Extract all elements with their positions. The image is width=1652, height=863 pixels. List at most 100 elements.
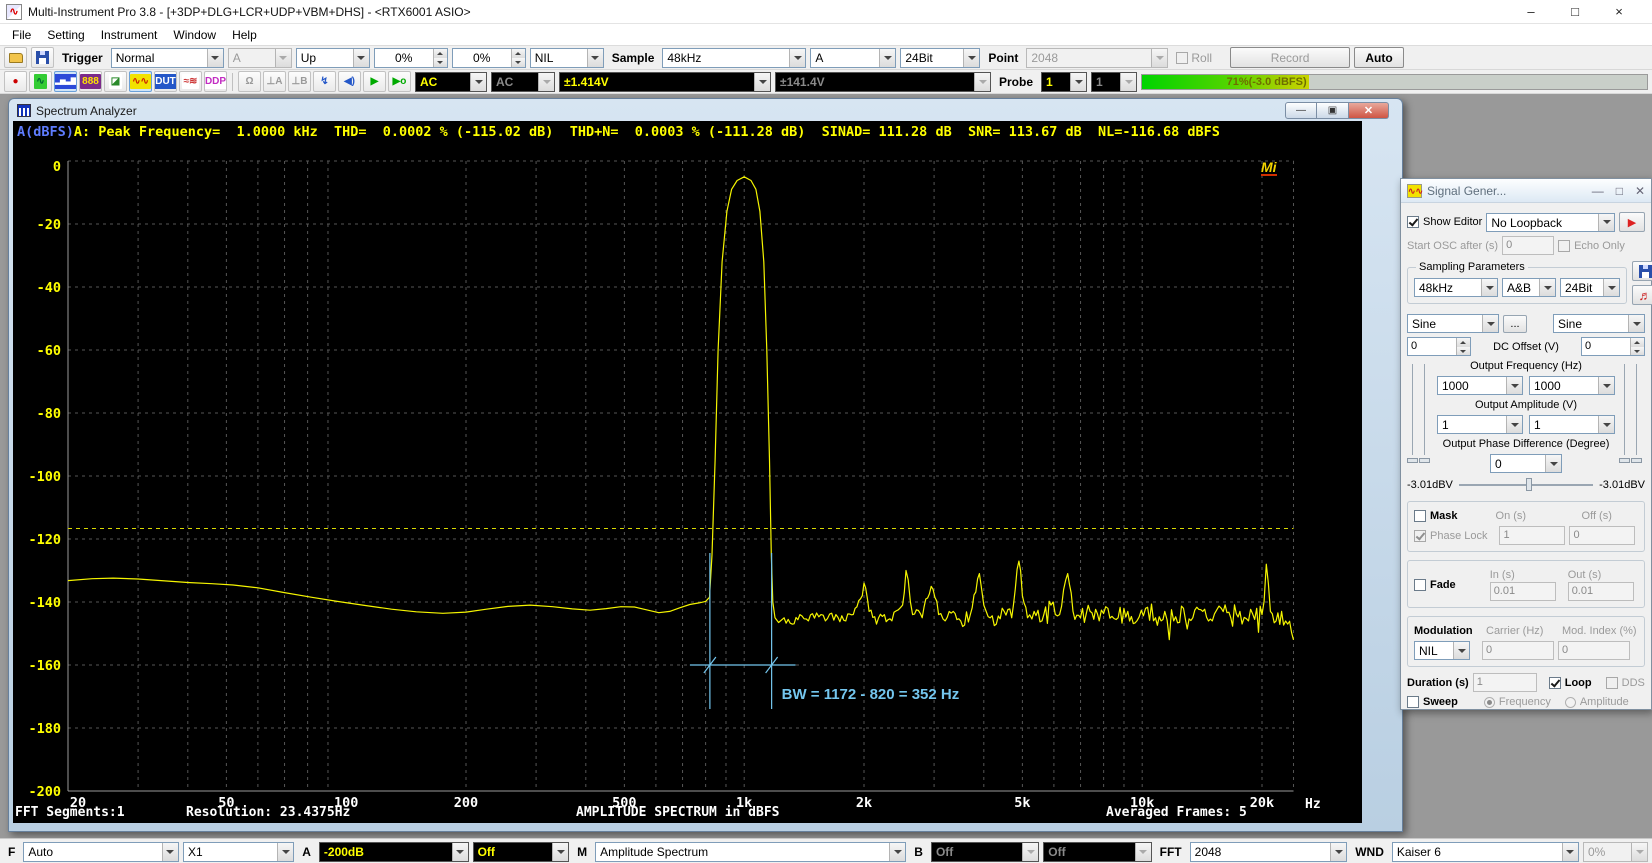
menu-item-window[interactable]: Window: [165, 26, 224, 44]
maximize-button[interactable]: □: [1566, 4, 1584, 19]
loopback-combo[interactable]: No Loopback: [1486, 213, 1615, 232]
run-button[interactable]: ▶: [363, 71, 386, 92]
phase-lock-label: Phase Lock: [1430, 530, 1487, 542]
spin-up-icon[interactable]: [434, 49, 447, 58]
waveform-editor-button[interactable]: ...: [1503, 315, 1527, 333]
run-single-button[interactable]: ▶o: [388, 71, 411, 92]
spectrum-chart[interactable]: 0-20-40-60-80-100-120-140-160-180-200205…: [13, 121, 1362, 825]
save-file-button[interactable]: [31, 47, 54, 68]
spin-down-icon[interactable]: [1631, 347, 1644, 356]
panel-close-button[interactable]: ✕: [1635, 184, 1645, 198]
spin-up-icon[interactable]: [512, 49, 525, 58]
a-reference-combo[interactable]: Off: [473, 842, 570, 862]
signal-generator-titlebar[interactable]: ∿∿ Signal Gener... — □ ✕: [1401, 179, 1651, 203]
spin-down-icon[interactable]: [1457, 347, 1470, 356]
dc-offset-b-spin[interactable]: 0: [1581, 337, 1645, 356]
probe-a-combo[interactable]: 1: [1041, 72, 1087, 92]
signal-generator-panel[interactable]: ∿∿ Signal Gener... — □ ✕ Show Editor No …: [1400, 178, 1652, 710]
derived-data-curves-button[interactable]: ≈≋: [179, 71, 202, 92]
trigger-hpf-combo[interactable]: NIL: [530, 48, 604, 68]
calibration-probe-button[interactable]: ↯: [313, 71, 336, 92]
signal-generator-button[interactable]: ∿∿: [129, 71, 152, 92]
mask-checkbox[interactable]: [1414, 510, 1426, 522]
toolbar-separator: [232, 73, 233, 91]
frequency-b-combo[interactable]: 1000: [1529, 376, 1615, 395]
menu-item-instrument[interactable]: Instrument: [93, 26, 166, 44]
gen-channels-combo[interactable]: A&B: [1502, 278, 1556, 297]
fade-checkbox[interactable]: [1414, 579, 1426, 591]
trigger-mode-combo[interactable]: Normal: [111, 48, 224, 68]
device-test-plan-button[interactable]: DUT: [154, 71, 177, 92]
cursor-reader-a-icon: ⊥A: [266, 74, 284, 89]
waveform-a-combo[interactable]: Sine: [1407, 314, 1499, 333]
spectrum-analyzer-window[interactable]: Spectrum Analyzer — ▣ ✕ A(dBFS)A: Peak F…: [8, 98, 1403, 832]
waveform-b-combo[interactable]: Sine: [1553, 314, 1645, 333]
modulation-type-combo[interactable]: NIL: [1414, 641, 1470, 660]
panel-maximize-button[interactable]: □: [1616, 184, 1623, 198]
output-level-sliders-right[interactable]: [1619, 364, 1645, 469]
window-maximize-button[interactable]: ▣: [1317, 102, 1349, 119]
ddp-viewer-button[interactable]: DDP: [204, 71, 227, 92]
app-titlebar: ∿ Multi-Instrument Pro 3.8 - [+3DP+DLG+L…: [0, 0, 1652, 24]
chevron-down-icon: [1598, 214, 1614, 231]
y-tick-label: -160: [28, 658, 61, 674]
menu-item-setting[interactable]: Setting: [39, 26, 92, 44]
spin-down-icon[interactable]: [434, 58, 447, 67]
trigger-level-spin[interactable]: 0%: [374, 48, 448, 68]
open-signal-library-button[interactable]: ♬: [1632, 285, 1652, 305]
spectrum-mode-combo[interactable]: Amplitude Spectrum: [595, 842, 906, 862]
spin-down-icon[interactable]: [512, 58, 525, 67]
slider-handle[interactable]: [1526, 478, 1532, 491]
coupling-b-combo: AC: [491, 72, 555, 92]
dc-offset-a-spin[interactable]: 0: [1407, 337, 1471, 356]
spin-up-icon[interactable]: [1631, 338, 1644, 347]
spectrum-analyzer-titlebar[interactable]: Spectrum Analyzer: [9, 99, 1402, 120]
multimeter-button[interactable]: 888: [79, 71, 102, 92]
output-level-sliders-left[interactable]: [1407, 364, 1433, 469]
speaker-button[interactable]: ◀): [338, 71, 361, 92]
sweep-checkbox[interactable]: [1407, 696, 1419, 708]
oscilloscope-icon: ∿: [34, 74, 46, 89]
sample-channel-combo[interactable]: A: [810, 48, 896, 68]
window-minimize-button[interactable]: —: [1285, 102, 1317, 119]
frequency-axis-mode-combo[interactable]: Auto: [23, 842, 179, 862]
window-close-button[interactable]: ✕: [1349, 102, 1389, 119]
dc-offset-label: DC Offset (V): [1475, 341, 1577, 353]
coupling-a-combo[interactable]: AC: [415, 72, 487, 92]
range-a-combo[interactable]: ±1.414V: [559, 72, 771, 92]
minimize-button[interactable]: –: [1522, 4, 1540, 19]
sample-bits-combo[interactable]: 24Bit: [900, 48, 980, 68]
start-generator-button[interactable]: ▶: [1619, 212, 1645, 232]
record-button[interactable]: ●: [4, 71, 27, 92]
menu-item-file[interactable]: File: [4, 26, 39, 44]
spectrum-3d-plot-button[interactable]: ◪: [104, 71, 127, 92]
fft-size-combo[interactable]: 2048: [1190, 842, 1348, 862]
oscilloscope-button[interactable]: ∿: [29, 71, 52, 92]
mask-on-input: 1: [1499, 526, 1565, 545]
sample-rate-combo[interactable]: 48kHz: [662, 48, 806, 68]
trigger-edge-combo[interactable]: Up: [296, 48, 370, 68]
gen-bits-combo[interactable]: 24Bit: [1560, 278, 1620, 297]
chevron-down-icon: [1562, 843, 1578, 861]
show-editor-checkbox[interactable]: [1407, 216, 1419, 228]
close-button[interactable]: ×: [1610, 4, 1628, 19]
trigger-delay-spin[interactable]: 0%: [452, 48, 526, 68]
master-level-slider[interactable]: [1457, 477, 1595, 493]
spin-up-icon[interactable]: [1457, 338, 1470, 347]
open-file-button[interactable]: [4, 47, 27, 68]
frequency-a-combo[interactable]: 1000: [1437, 376, 1523, 395]
gen-sample-rate-combo[interactable]: 48kHz: [1414, 278, 1498, 297]
menu-item-help[interactable]: Help: [224, 26, 265, 44]
loop-checkbox[interactable]: [1549, 677, 1561, 689]
save-signal-button[interactable]: [1632, 261, 1652, 281]
panel-minimize-button[interactable]: —: [1592, 184, 1604, 198]
chevron-down-icon: [1506, 416, 1522, 433]
spectrum-analyzer-button[interactable]: ▂▅▃▇: [54, 71, 77, 92]
window-function-combo[interactable]: Kaiser 6: [1392, 842, 1579, 862]
phase-combo[interactable]: 0: [1490, 454, 1562, 473]
amplitude-a-combo[interactable]: 1: [1437, 415, 1523, 434]
zoom-combo[interactable]: X1: [183, 842, 294, 862]
auto-button[interactable]: Auto: [1354, 47, 1404, 68]
amplitude-b-combo[interactable]: 1: [1529, 415, 1615, 434]
a-range-combo[interactable]: -200dB: [319, 842, 469, 862]
